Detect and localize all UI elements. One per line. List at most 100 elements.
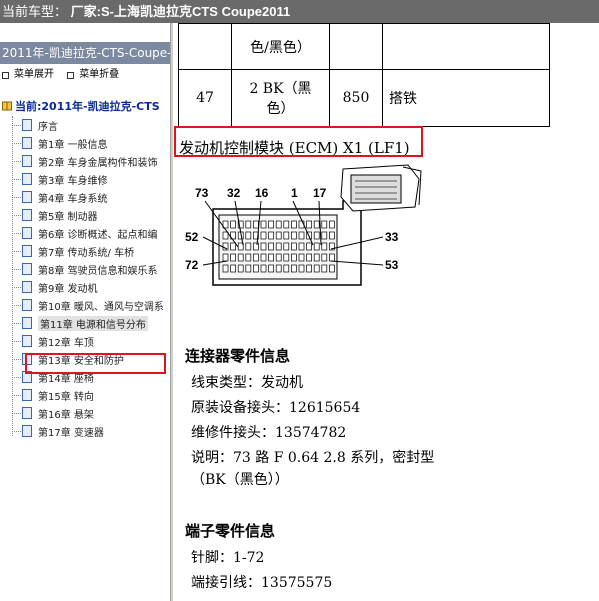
- sidebar: 2011年-凯迪拉克-CTS-Coupe-维 菜单展开 菜单折叠 当前:2011…: [0, 40, 170, 601]
- pin-cavity: [291, 253, 297, 262]
- table-cell: 47: [178, 69, 232, 127]
- sidebar-item[interactable]: 第1章 一般信息: [0, 134, 108, 152]
- connector-caption: 发动机控制模块 (ECM) X1 (LF1): [179, 139, 410, 157]
- sidebar-item[interactable]: 第17章 变速器: [0, 422, 104, 440]
- sidebar-item[interactable]: 第4章 车身系统: [0, 188, 108, 206]
- pin-cavity: [329, 253, 335, 262]
- sidebar-item-label: 第2章 车身金属构件和装饰: [38, 157, 158, 169]
- table-cell: 850: [329, 69, 383, 127]
- connector-info-title: 连接器零件信息: [185, 347, 291, 365]
- sidebar-item[interactable]: 第11章 电源和信号分布: [0, 314, 148, 332]
- pin-cavity: [275, 242, 282, 251]
- pin-cavity: [306, 264, 312, 273]
- sidebar-item-label: 第17章 变速器: [38, 427, 104, 439]
- cell-line: 2 BK（黑: [249, 81, 312, 97]
- info-line: 线束类型：发动机: [191, 375, 303, 391]
- sidebar-item-label: 第9章 发动机: [38, 283, 98, 295]
- document-icon: [22, 173, 32, 185]
- pin-cavity: [313, 264, 320, 273]
- table-cell: 2 BK（黑 色）: [231, 69, 330, 127]
- pin-cavity: [306, 220, 312, 229]
- pin-cavity: [306, 242, 312, 251]
- sidebar-item-label: 第7章 传动系统/ 车桥: [38, 247, 135, 259]
- collapse-label: 菜单折叠: [79, 69, 120, 80]
- pin-cavity: [283, 253, 290, 262]
- tree-branch: [12, 232, 21, 234]
- sidebar-item[interactable]: 第9章 发动机: [0, 278, 98, 296]
- pin-label: 32: [227, 186, 241, 200]
- sidebar-item[interactable]: 第5章 制动器: [0, 206, 98, 224]
- pin-cavity: [329, 220, 335, 229]
- pin-cavity: [313, 253, 320, 262]
- tree-branch: [12, 124, 21, 126]
- pin-cavity: [329, 264, 335, 273]
- pin-label: 17: [313, 186, 327, 200]
- pin-cavity: [222, 242, 229, 251]
- pin-cavity: [260, 220, 267, 229]
- pin-cavity: [313, 220, 320, 229]
- document-icon: [22, 389, 32, 401]
- tree-branch: [12, 250, 21, 252]
- sidebar-item[interactable]: 第2章 车身金属构件和装饰: [0, 152, 158, 170]
- sidebar-item-label: 第4章 车身系统: [38, 193, 108, 205]
- sidebar-item[interactable]: 第12章 车顶: [0, 332, 94, 350]
- sidebar-item[interactable]: 第10章 暖风、通风与空调系: [0, 296, 164, 314]
- pin-table: 色/黑色） 47 2 BK（黑 色） 850 搭铁: [178, 23, 550, 127]
- expand-menu-button[interactable]: 菜单展开: [2, 66, 54, 84]
- tree-branch: [12, 322, 21, 324]
- document-icon: [22, 335, 32, 347]
- collapse-menu-button[interactable]: 菜单折叠: [67, 66, 119, 84]
- pin-cavity: [230, 253, 236, 262]
- pin-cavity: [260, 253, 267, 262]
- pin-cavity: [253, 253, 259, 262]
- pin-cavity: [291, 242, 297, 251]
- pin-cavity: [245, 242, 252, 251]
- table-cell: [178, 23, 232, 70]
- pin-cavity: [253, 242, 259, 251]
- sidebar-item[interactable]: 第7章 传动系统/ 车桥: [0, 242, 134, 260]
- pin-cavity: [268, 264, 274, 273]
- table-cell: [329, 23, 383, 70]
- pin-cavity: [222, 264, 229, 273]
- book-icon: [2, 101, 12, 111]
- tree-branch: [12, 430, 21, 432]
- sidebar-item-label: 第15章 转向: [38, 391, 94, 403]
- pin-cavity: [298, 253, 305, 262]
- pin-cavity: [268, 242, 274, 251]
- pin-cavity: [260, 231, 267, 240]
- terminal-info-title: 端子零件信息: [185, 522, 276, 540]
- pin-cavity: [275, 264, 282, 273]
- info-line: 说明：73 路 F 0.64 2.8 系列，密封型: [191, 450, 435, 466]
- pin-cavity: [268, 220, 274, 229]
- sidebar-item[interactable]: 第8章 驾驶员信息和娱乐系: [0, 260, 158, 278]
- pin-label: 73: [195, 186, 209, 200]
- info-line: 原装设备接头：12615654: [191, 400, 361, 416]
- tree-branch: [12, 286, 21, 288]
- document-icon: [22, 425, 32, 437]
- pin-cavity: [291, 220, 297, 229]
- collapse-icon: [67, 71, 75, 79]
- table-row: 47 2 BK（黑 色） 850 搭铁: [178, 69, 550, 127]
- cell-line: 色）: [266, 101, 295, 117]
- pin-label: 1: [291, 186, 298, 200]
- expand-label: 菜单展开: [14, 69, 54, 80]
- pin-cavity: [283, 264, 290, 273]
- sidebar-item[interactable]: 序言: [0, 116, 58, 134]
- tree-root[interactable]: 当前:2011年-凯迪拉克-CTS: [0, 97, 160, 115]
- pin-cavity: [298, 264, 305, 273]
- expand-icon: [2, 71, 9, 79]
- document-icon: [22, 227, 32, 239]
- sidebar-item[interactable]: 第16章 悬架: [0, 404, 94, 422]
- sidebar-item[interactable]: 第6章 诊断概述、起点和编: [0, 224, 158, 242]
- sidebar-item-label: 第10章 暖风、通风与空调系: [38, 301, 164, 313]
- window-titlebar: 当前车型： 厂家:S-上海凯迪拉克CTS Coupe2011: [0, 0, 599, 23]
- sidebar-item[interactable]: 第15章 转向: [0, 386, 94, 404]
- pin-cavity: [260, 264, 267, 273]
- pin-cavity: [321, 242, 328, 251]
- pin-label: 33: [385, 230, 399, 244]
- sidebar-item-label: 第16章 悬架: [38, 409, 94, 421]
- pin-cavity: [275, 220, 282, 229]
- pin-cavity: [283, 231, 290, 240]
- sidebar-item[interactable]: 第3章 车身维修: [0, 170, 108, 188]
- tree-branch: [12, 142, 21, 144]
